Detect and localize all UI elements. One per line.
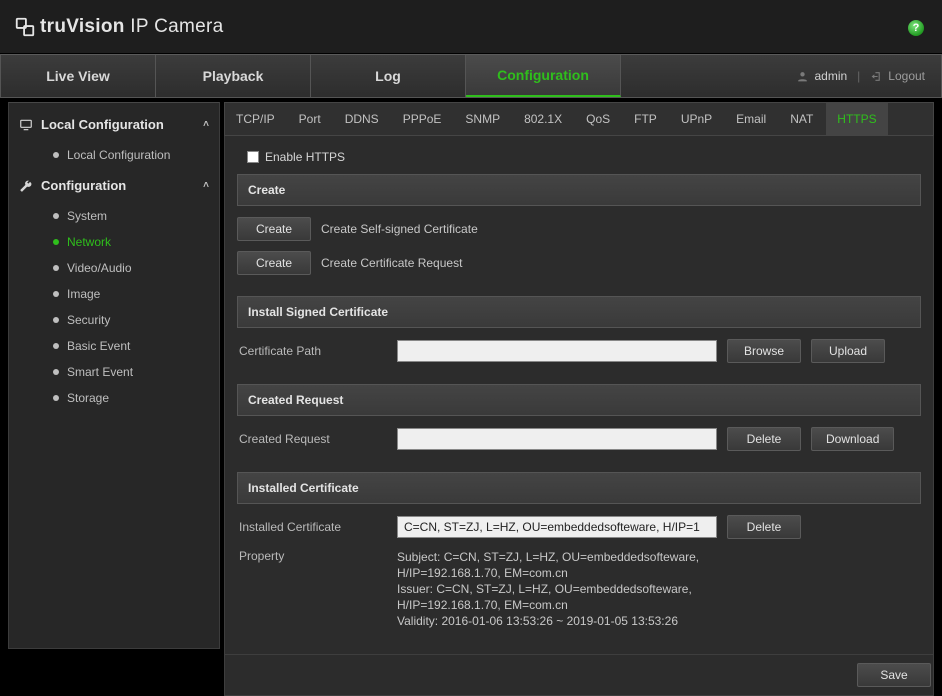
brand-title: truVision IP Camera (40, 16, 223, 38)
side-item-basic-event[interactable]: Basic Event (9, 333, 219, 359)
nav-separator: | (857, 69, 860, 83)
side-group-configuration[interactable]: Configuration˄ (9, 168, 219, 203)
main-content: TCP/IP Port DDNS PPPoE SNMP 802.1X QoS F… (224, 102, 934, 649)
network-subtabs: TCP/IP Port DDNS PPPoE SNMP 802.1X QoS F… (224, 102, 934, 136)
app-header: truVision IP Camera ? (0, 0, 942, 54)
subtab-pppoe[interactable]: PPPoE (392, 103, 453, 135)
side-item-image[interactable]: Image (9, 281, 219, 307)
browse-button[interactable]: Browse (727, 339, 801, 363)
subtab-ftp[interactable]: FTP (623, 103, 668, 135)
nav-tab-live-view[interactable]: Live View (1, 55, 156, 97)
side-item-security[interactable]: Security (9, 307, 219, 333)
subtab-snmp[interactable]: SNMP (454, 103, 511, 135)
create-cert-request-button[interactable]: Create (237, 251, 311, 275)
subtab-8021x[interactable]: 802.1X (513, 103, 573, 135)
subtab-qos[interactable]: QoS (575, 103, 621, 135)
section-create-header: Create (237, 174, 921, 206)
cert-path-label: Certificate Path (237, 344, 387, 358)
side-item-network[interactable]: Network (9, 229, 219, 255)
delete-request-button[interactable]: Delete (727, 427, 801, 451)
wrench-icon (19, 179, 33, 193)
chevron-up-icon: ˄ (203, 119, 209, 130)
subtab-nat[interactable]: NAT (779, 103, 824, 135)
subtab-ddns[interactable]: DDNS (334, 103, 390, 135)
logout-icon (870, 70, 883, 83)
created-req-input[interactable] (397, 428, 717, 450)
monitor-icon (19, 118, 33, 132)
enable-https-checkbox[interactable] (247, 151, 259, 163)
side-item-smart-event[interactable]: Smart Event (9, 359, 219, 385)
main-nav: Live View Playback Log Configuration adm… (0, 54, 942, 98)
side-item-local-configuration[interactable]: Local Configuration (9, 142, 219, 168)
subtab-email[interactable]: Email (725, 103, 777, 135)
nav-tab-configuration[interactable]: Configuration (466, 55, 621, 97)
subtab-tcpip[interactable]: TCP/IP (225, 103, 286, 135)
nav-user[interactable]: admin (796, 69, 847, 83)
user-icon (796, 70, 809, 83)
subtab-port[interactable]: Port (288, 103, 332, 135)
save-button[interactable]: Save (857, 663, 931, 687)
section-created-req-header: Created Request (237, 384, 921, 416)
cert-path-input[interactable] (397, 340, 717, 362)
side-nav: Local Configuration˄ Local Configuration… (8, 102, 220, 649)
delete-cert-button[interactable]: Delete (727, 515, 801, 539)
subtab-upnp[interactable]: UPnP (670, 103, 723, 135)
brand-icon (14, 16, 36, 38)
installed-cert-field[interactable] (397, 516, 717, 538)
section-installed-header: Installed Certificate (237, 472, 921, 504)
property-text: Subject: C=CN, ST=ZJ, L=HZ, OU=embeddeds… (397, 549, 699, 629)
nav-tab-playback[interactable]: Playback (156, 55, 311, 97)
nav-tab-log[interactable]: Log (311, 55, 466, 97)
enable-https-label: Enable HTTPS (265, 150, 345, 164)
create-selfsigned-desc: Create Self-signed Certificate (321, 222, 478, 236)
side-item-system[interactable]: System (9, 203, 219, 229)
subtab-https[interactable]: HTTPS (826, 103, 887, 135)
created-req-label: Created Request (237, 432, 387, 446)
installed-cert-label: Installed Certificate (237, 520, 387, 534)
nav-userbox: admin | Logout (796, 55, 941, 97)
create-selfsigned-button[interactable]: Create (237, 217, 311, 241)
nav-logout[interactable]: Logout (870, 69, 925, 83)
side-item-video-audio[interactable]: Video/Audio (9, 255, 219, 281)
property-label: Property (237, 549, 387, 563)
upload-button[interactable]: Upload (811, 339, 885, 363)
side-item-storage[interactable]: Storage (9, 385, 219, 411)
create-cert-request-desc: Create Certificate Request (321, 256, 462, 270)
chevron-up-icon: ˄ (203, 180, 209, 191)
section-install-header: Install Signed Certificate (237, 296, 921, 328)
side-group-local-config[interactable]: Local Configuration˄ (9, 107, 219, 142)
download-request-button[interactable]: Download (811, 427, 894, 451)
enable-https-row: Enable HTTPS (237, 146, 921, 174)
help-icon[interactable]: ? (908, 20, 924, 36)
